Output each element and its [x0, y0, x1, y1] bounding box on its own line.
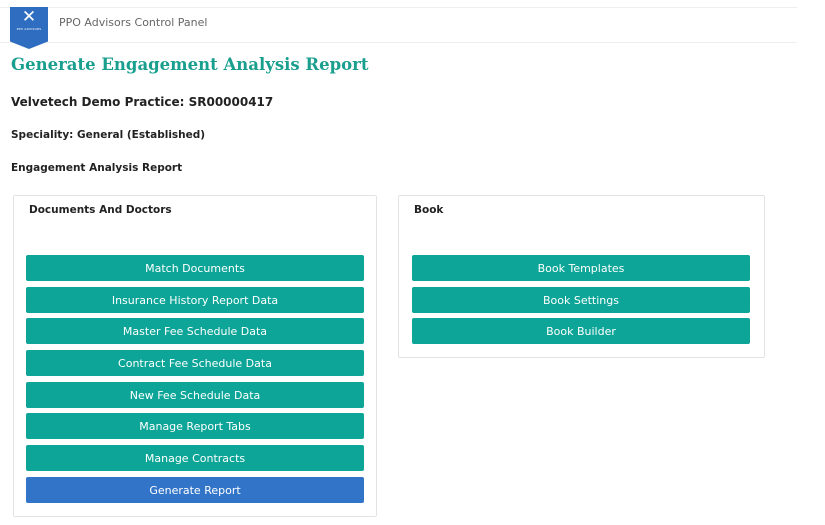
report-label: Engagement Analysis Report [11, 162, 183, 174]
documents-panel: Documents And Doctors Match Documents In… [13, 195, 377, 517]
generate-report-button[interactable]: Generate Report [26, 477, 364, 503]
app-title: PPO Advisors Control Panel [59, 16, 208, 29]
speciality: Speciality: General (Established) [11, 129, 206, 141]
book-templates-button[interactable]: Book Templates [412, 255, 750, 281]
manage-contracts-button[interactable]: Manage Contracts [26, 445, 364, 471]
contract-fee-schedule-button[interactable]: Contract Fee Schedule Data [26, 350, 364, 376]
logo-text: PPO ADVISORS [16, 27, 42, 31]
book-panel-title: Book [414, 204, 444, 216]
cross-icon: ✕ [21, 7, 37, 27]
insurance-history-button[interactable]: Insurance History Report Data [26, 287, 364, 313]
documents-panel-title: Documents And Doctors [29, 204, 172, 216]
manage-report-tabs-button[interactable]: Manage Report Tabs [26, 413, 364, 439]
ppo-advisors-logo[interactable]: ✕ PPO ADVISORS [10, 7, 48, 49]
match-documents-button[interactable]: Match Documents [26, 255, 364, 281]
practice-name: Velvetech Demo Practice: SR00000417 [11, 95, 274, 109]
master-fee-schedule-button[interactable]: Master Fee Schedule Data [26, 318, 364, 344]
book-settings-button[interactable]: Book Settings [412, 287, 750, 313]
new-fee-schedule-button[interactable]: New Fee Schedule Data [26, 382, 364, 408]
page-title: Generate Engagement Analysis Report [11, 55, 369, 74]
book-panel: Book Book Templates Book Settings Book B… [398, 195, 765, 358]
book-builder-button[interactable]: Book Builder [412, 318, 750, 344]
